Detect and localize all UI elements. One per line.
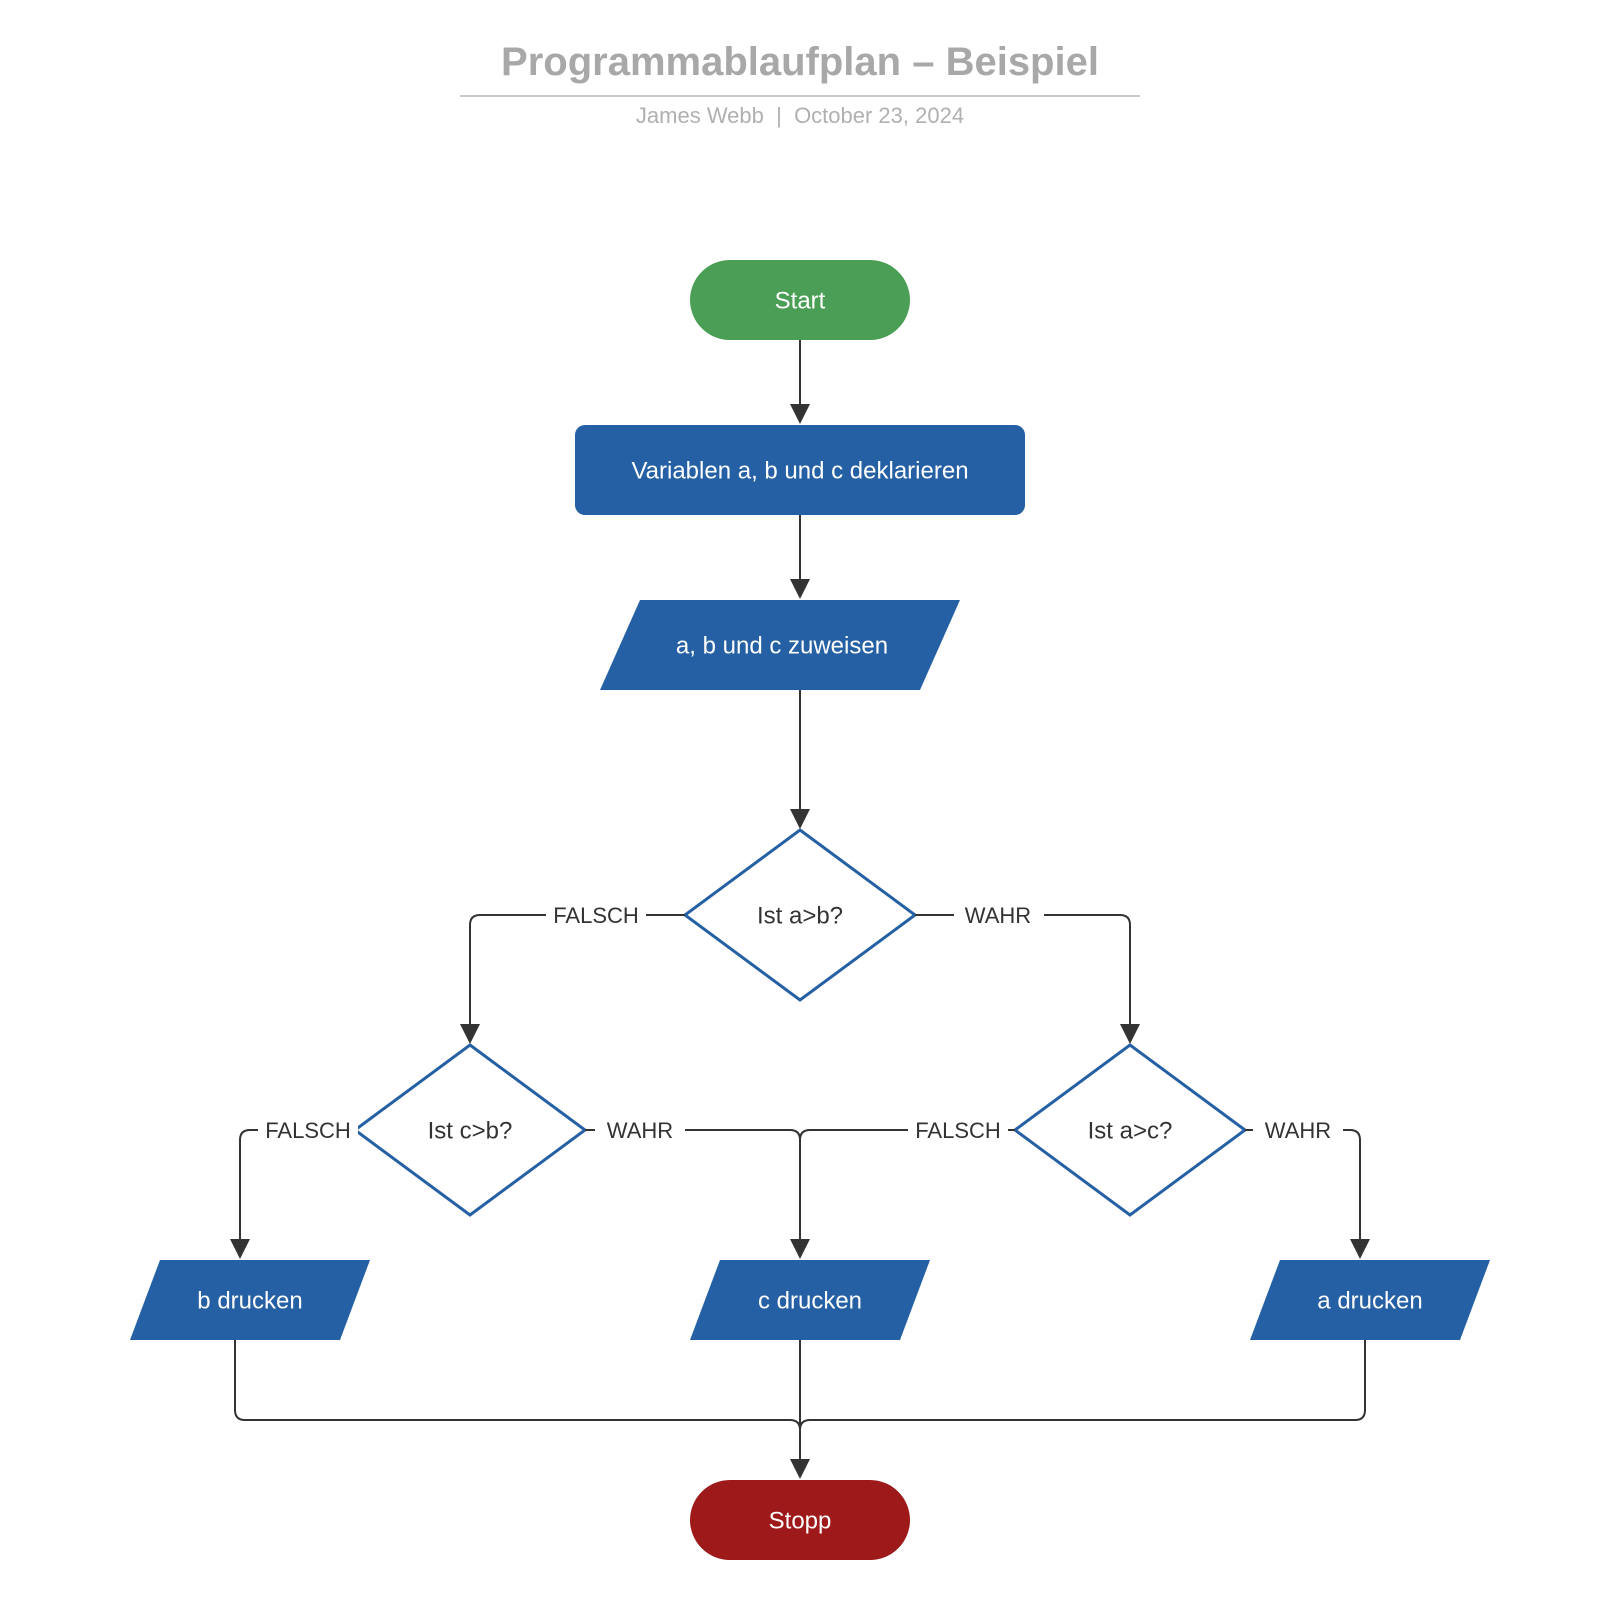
node-output-c: c drucken (690, 1260, 930, 1340)
edge-d2-true (585, 1130, 800, 1255)
svg-text:b drucken: b drucken (197, 1287, 302, 1314)
label-d1-true: WAHR (965, 903, 1031, 928)
node-decision-c-gt-b: Ist c>b? (355, 1045, 585, 1215)
label-d3-true: WAHR (1265, 1118, 1331, 1143)
label-d2-false: FALSCH (265, 1118, 351, 1143)
svg-text:a drucken: a drucken (1317, 1287, 1422, 1314)
node-decision-a-gt-b: Ist a>b? (685, 830, 915, 1000)
edge-d1-true (915, 915, 1130, 1040)
flowchart-canvas: Start Variablen a, b und c deklarieren a… (0, 0, 1600, 1600)
node-start: Start (690, 260, 910, 340)
node-decision-a-gt-c: Ist a>c? (1015, 1045, 1245, 1215)
edge-a-stop (800, 1340, 1365, 1475)
edge-d1-false (470, 915, 685, 1040)
svg-text:Ist a>c?: Ist a>c? (1088, 1117, 1173, 1144)
node-stop: Stopp (690, 1480, 910, 1560)
svg-text:Start: Start (775, 287, 826, 314)
svg-text:Variablen a, b und c deklarier: Variablen a, b und c deklarieren (631, 457, 968, 484)
node-declare: Variablen a, b und c deklarieren (575, 425, 1025, 515)
edge-d3-true (1245, 1130, 1360, 1255)
label-d3-false: FALSCH (915, 1118, 1001, 1143)
edge-b-stop (235, 1340, 800, 1475)
svg-text:Ist c>b?: Ist c>b? (428, 1117, 513, 1144)
svg-text:Ist a>b?: Ist a>b? (757, 902, 843, 929)
node-output-b: b drucken (130, 1260, 370, 1340)
svg-text:Stopp: Stopp (769, 1507, 832, 1534)
edge-d2-false (240, 1130, 355, 1255)
node-output-a: a drucken (1250, 1260, 1490, 1340)
label-d1-false: FALSCH (553, 903, 639, 928)
label-d2-true: WAHR (607, 1118, 673, 1143)
svg-text:c drucken: c drucken (758, 1287, 862, 1314)
node-assign: a, b und c zuweisen (600, 600, 960, 690)
svg-text:a, b und c zuweisen: a, b und c zuweisen (676, 632, 888, 659)
edge-d3-false (800, 1130, 1015, 1255)
